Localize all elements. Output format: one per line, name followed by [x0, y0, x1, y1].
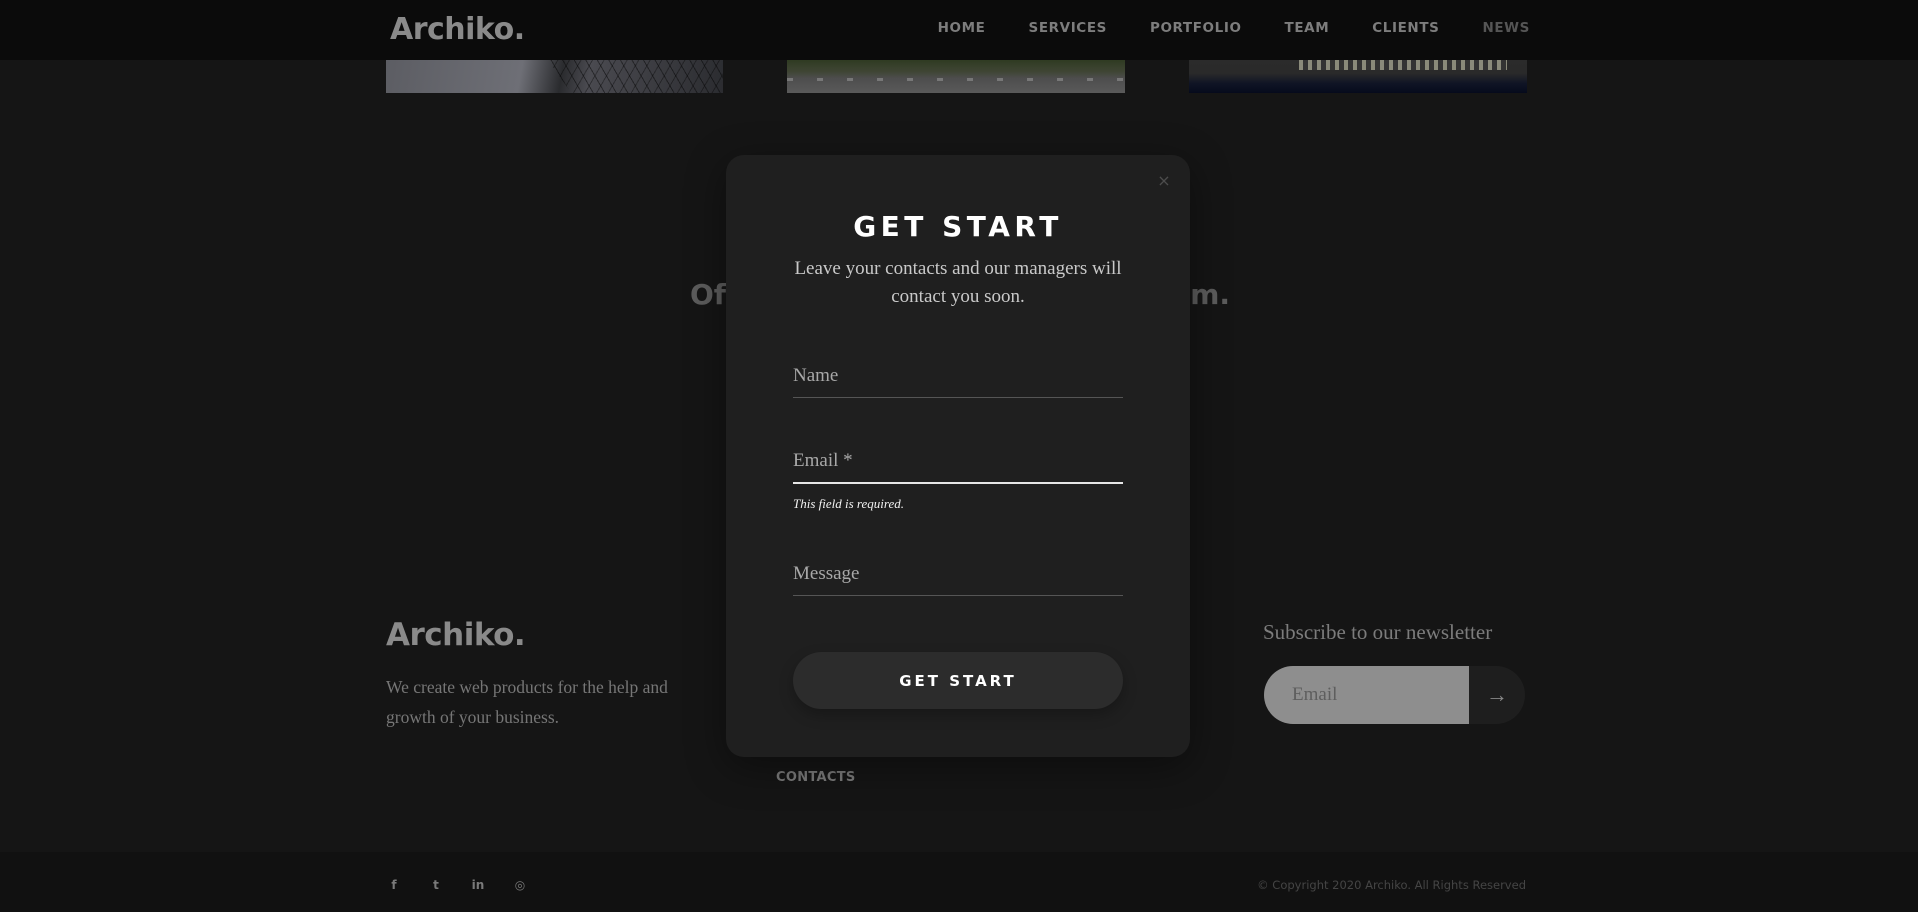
name-field-wrapper [793, 365, 1123, 398]
page: Archiko. HOME SERVICES PORTFOLIO TEAM CL… [0, 0, 1918, 912]
email-error-message: This field is required. [793, 496, 904, 511]
message-field[interactable] [793, 563, 1123, 596]
message-field-wrapper [793, 563, 1123, 596]
name-field[interactable] [793, 365, 1123, 398]
get-start-submit-button[interactable]: GET START [793, 652, 1123, 709]
close-icon[interactable]: × [1156, 173, 1172, 189]
get-start-modal: × GET START Leave your contacts and our … [726, 155, 1190, 757]
email-field-wrapper [793, 450, 1123, 484]
modal-title: GET START [853, 210, 1063, 243]
modal-subtitle: Leave your contacts and our managers wil… [794, 258, 1122, 307]
email-field[interactable] [793, 450, 1123, 484]
